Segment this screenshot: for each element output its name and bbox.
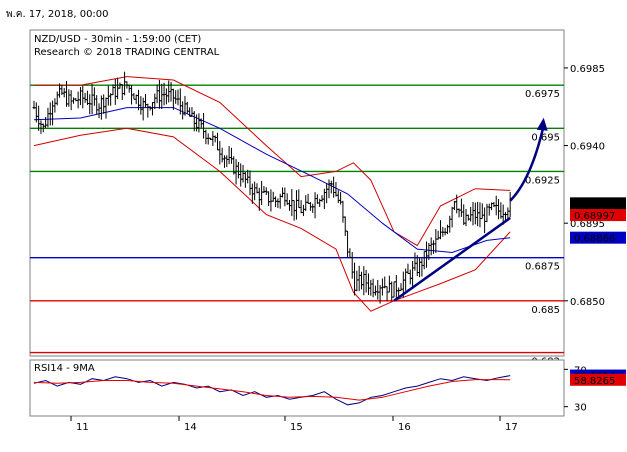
price-tag-label-1: 0.68997: [574, 211, 615, 222]
level-label-0: 0.6975: [525, 89, 560, 100]
x-axis-label-1: 14: [184, 422, 197, 433]
rsi-panel: [29, 359, 565, 417]
price-axis: 0.69850.69400.68950.6850: [564, 64, 605, 308]
price-tags: 0.690650.68997 0.68866: [570, 197, 626, 245]
x-axis-label-3: 16: [398, 422, 411, 433]
rsi-tag-label-1: 58.8265: [574, 376, 615, 387]
price-axis-label-0: 0.6985: [570, 64, 605, 75]
x-axis-label-2: 15: [290, 422, 303, 433]
price-tag-label-2: 0.68866: [574, 234, 615, 245]
date-header: พ.ค. 17, 2018, 00:00: [6, 9, 109, 20]
level-label-1: 0.695: [531, 132, 560, 143]
rsi-axis-label-1: 30: [574, 403, 587, 414]
level-label-3: 0.6875: [525, 262, 560, 273]
x-axis: 11 14 15 16 17: [70, 416, 518, 433]
price-panel: [29, 29, 565, 357]
rsi-tags: 63.323458.8265: [570, 369, 626, 387]
level-label-2: 0.6925: [525, 175, 560, 186]
price-chart-subtitle: Research © 2018 TRADING CENTRAL: [34, 47, 220, 58]
price-axis-label-1: 0.6940: [570, 142, 605, 153]
chart-root: พ.ค. 17, 2018, 00:00 NZD/USD - 30min - 1…: [6, 9, 626, 433]
level-label-4: 0.685: [531, 305, 560, 316]
rsi-chart-title: RSI14 - 9MA: [34, 363, 95, 374]
x-axis-label-4: 17: [505, 422, 518, 433]
price-axis-label-3: 0.6850: [570, 297, 605, 308]
price-chart-title: NZD/USD - 30min - 1:59:00 (CET): [34, 34, 201, 45]
x-axis-label-0: 11: [76, 422, 89, 433]
price-tag-label-0: 0.69065: [574, 199, 615, 210]
